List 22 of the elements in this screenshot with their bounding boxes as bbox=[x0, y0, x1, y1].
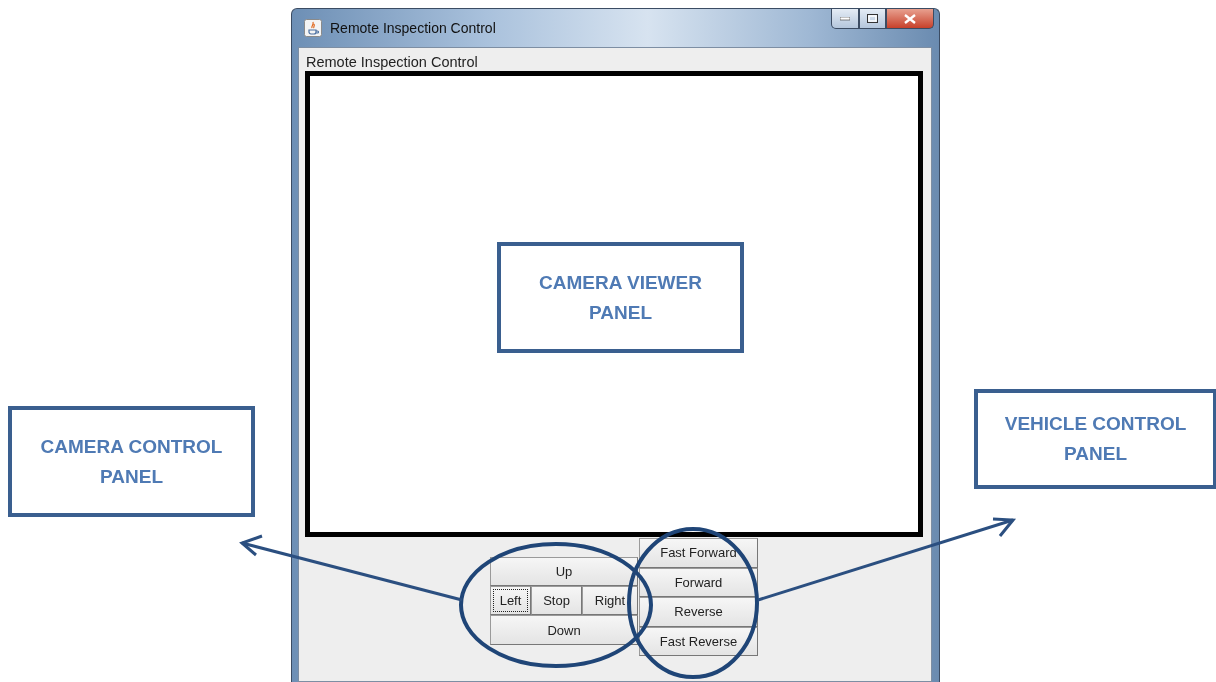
maximize-icon bbox=[867, 14, 878, 23]
panel-label: Remote Inspection Control bbox=[305, 53, 479, 71]
window-title: Remote Inspection Control bbox=[330, 20, 496, 36]
maximize-button[interactable] bbox=[859, 9, 886, 29]
vehicle-button[interactable]: Fast Forward bbox=[639, 538, 758, 568]
camera-button[interactable]: Down bbox=[490, 615, 638, 645]
callout-text: PANEL bbox=[589, 301, 652, 324]
camera-button[interactable]: Right bbox=[582, 586, 638, 615]
callout-text: VEHICLE CONTROL bbox=[1004, 413, 1187, 435]
callout-text: CAMERA CONTROL bbox=[40, 435, 223, 458]
minimize-button[interactable] bbox=[831, 9, 859, 29]
java-cup-icon bbox=[304, 19, 322, 37]
camera-button[interactable]: Left bbox=[490, 586, 531, 615]
callout-text: CAMERA VIEWER bbox=[539, 271, 702, 294]
minimize-icon bbox=[840, 16, 850, 21]
camera-button[interactable]: Up bbox=[490, 557, 638, 586]
close-icon bbox=[904, 13, 916, 24]
callout-text: PANEL bbox=[100, 465, 163, 488]
close-button[interactable] bbox=[886, 9, 934, 29]
camera-button[interactable]: Stop bbox=[531, 586, 582, 615]
vehicle-button[interactable]: Reverse bbox=[639, 597, 758, 627]
callout-text: PANEL bbox=[1064, 443, 1127, 465]
